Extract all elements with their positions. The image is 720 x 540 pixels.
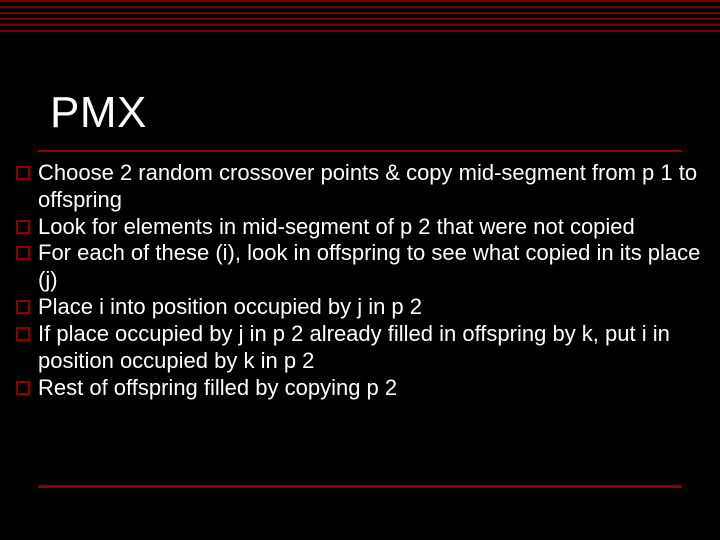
square-bullet-icon (16, 381, 30, 395)
square-bullet-icon (16, 300, 30, 314)
title-underline (38, 150, 682, 152)
list-item: If place occupied by j in p 2 already fi… (16, 321, 706, 375)
square-bullet-icon (16, 166, 30, 180)
list-item: Rest of offspring filled by copying p 2 (16, 375, 706, 402)
list-item-text: For each of these (i), look in offspring… (38, 240, 706, 294)
decorative-stripes-top (0, 0, 720, 34)
list-item-text: Rest of offspring filled by copying p 2 (38, 375, 706, 402)
list-item-text: If place occupied by j in p 2 already fi… (38, 321, 706, 375)
slide-title: PMX (50, 88, 147, 138)
list-item: Place i into position occupied by j in p… (16, 294, 706, 321)
bullet-list: Choose 2 random crossover points & copy … (16, 160, 706, 401)
list-item-text: Choose 2 random crossover points & copy … (38, 160, 706, 214)
list-item: For each of these (i), look in offspring… (16, 240, 706, 294)
list-item-text: Place i into position occupied by j in p… (38, 294, 706, 321)
square-bullet-icon (16, 220, 30, 234)
list-item: Look for elements in mid-segment of p 2 … (16, 214, 706, 241)
decorative-bottom-bar (38, 485, 682, 488)
list-item-text: Look for elements in mid-segment of p 2 … (38, 214, 706, 241)
slide: PMX Choose 2 random crossover points & c… (0, 0, 720, 540)
square-bullet-icon (16, 246, 30, 260)
list-item: Choose 2 random crossover points & copy … (16, 160, 706, 214)
square-bullet-icon (16, 327, 30, 341)
